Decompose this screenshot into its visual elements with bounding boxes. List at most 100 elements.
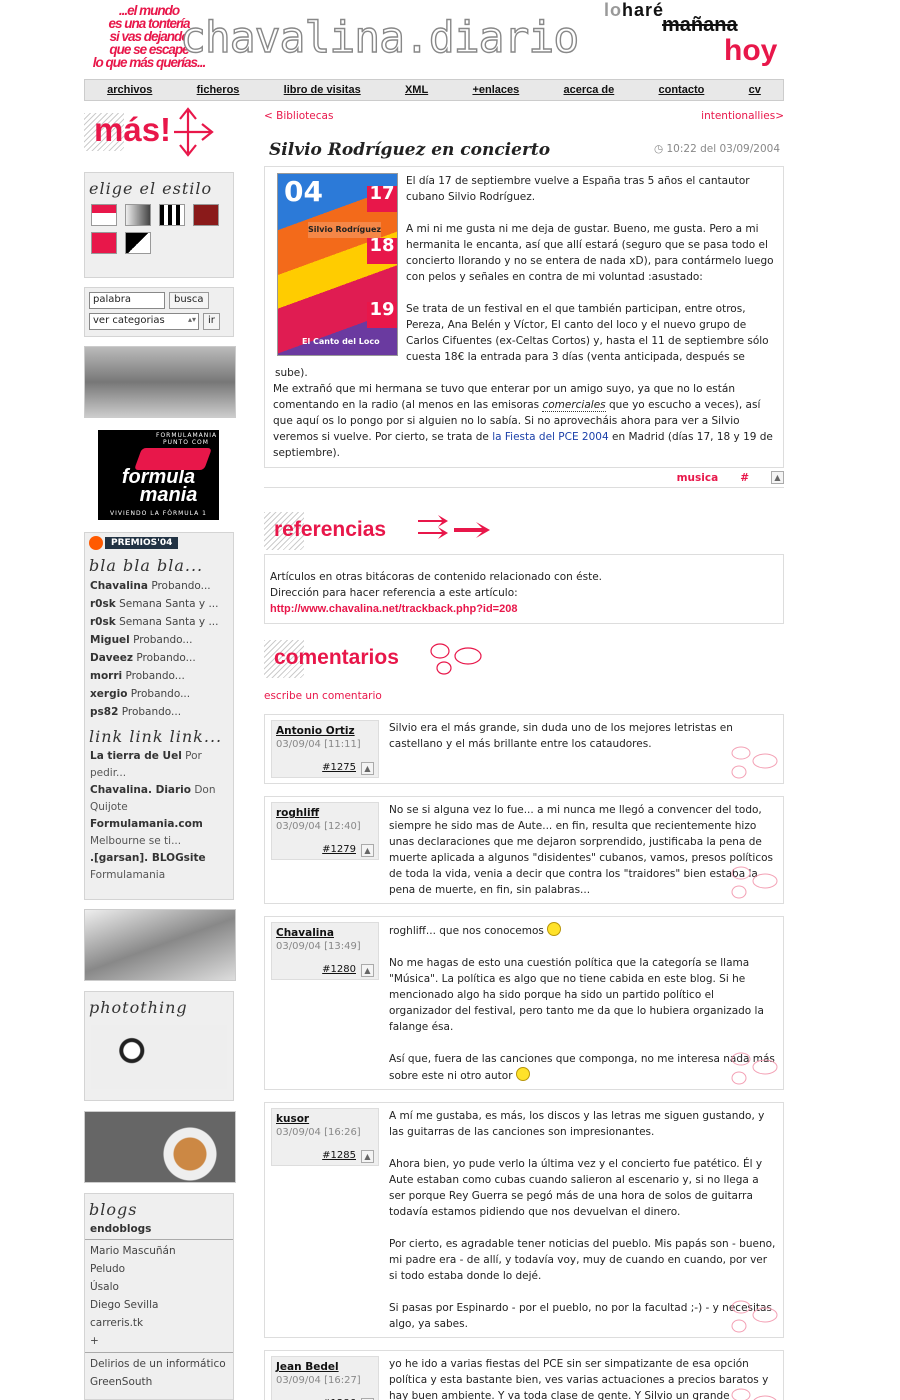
nav-enlaces[interactable]: +enlaces <box>472 84 519 96</box>
photothing-box: photothing <box>84 991 234 1101</box>
speech-bubbles-icon <box>731 1388 777 1400</box>
comment-paragraph: Silvio era el más grande, sin duda uno d… <box>389 722 733 750</box>
style-swatch-2[interactable] <box>125 204 151 226</box>
comment-paragraph: Así que, fuera de las canciones que comp… <box>389 1053 775 1082</box>
blabla-item[interactable]: morri Probando... <box>85 667 233 685</box>
food-photo <box>84 1111 236 1183</box>
formulamania-banner-box[interactable]: FORMULAMANIA PUNTO COM formula mania VIV… <box>84 428 234 522</box>
link-item[interactable]: La tierra de Uel Por pedir... <box>85 748 233 782</box>
comment-meta: kusor 03/09/04 [16:26] #1285 ▲ <box>271 1108 379 1166</box>
speech-bubbles-icon <box>731 1052 778 1085</box>
link-item[interactable]: Chavalina. Diario Don Quijote <box>85 782 233 816</box>
comment-author[interactable]: Antonio Ortiz <box>276 724 374 738</box>
dalmatian-photo[interactable] <box>91 1025 227 1089</box>
mas-logo[interactable]: más! <box>84 105 214 160</box>
style-swatch-6[interactable] <box>125 232 151 254</box>
comment-paragraph: A mí me gustaba, es más, los discos y la… <box>389 1110 765 1138</box>
style-swatch-1[interactable] <box>91 204 117 226</box>
speech-bubbles-icon <box>731 746 778 779</box>
blog-link[interactable]: + <box>85 1332 233 1353</box>
comment-author[interactable]: Jean Bedel <box>276 1360 374 1374</box>
blog-link[interactable]: GreenSouth <box>85 1373 233 1391</box>
up-arrow-icon[interactable]: ▲ <box>361 762 374 775</box>
blabla-item[interactable]: Chavalina Probando... <box>85 577 233 595</box>
go-button[interactable]: ir <box>203 313 220 330</box>
blabla-item[interactable]: xergio Probando... <box>85 685 233 703</box>
blog-link[interactable]: Peludo <box>85 1260 233 1278</box>
write-comment-link[interactable]: escribe un comentario <box>264 690 784 702</box>
formulamania-banner[interactable]: FORMULAMANIA PUNTO COM formula mania VIV… <box>98 430 219 520</box>
post-title[interactable]: Silvio Rodríguez en concierto <box>269 140 550 160</box>
nav-libro-de-visitas[interactable]: libro de visitas <box>284 84 361 96</box>
blabla-item[interactable]: Miguel Probando... <box>85 631 233 649</box>
smiley-icon <box>515 1067 530 1081</box>
nav-contacto[interactable]: contacto <box>659 84 705 96</box>
smiley-icon <box>547 922 562 936</box>
blabla-item[interactable]: ps82 Probando... <box>85 703 233 721</box>
trackback-url[interactable]: http://www.chavalina.net/trackback.php?i… <box>270 601 778 617</box>
site-title[interactable]: chavalina.diario <box>179 15 580 60</box>
nav-xml[interactable]: XML <box>405 84 428 96</box>
blog-link[interactable]: Delirios de un informático <box>85 1355 233 1373</box>
comment-permalink[interactable]: #1280 <box>322 963 356 977</box>
festival-poster[interactable]: 04 17 18 19 Silvio Rodríguez El Canto de… <box>277 173 398 356</box>
comment-author[interactable]: roghliff <box>276 806 374 820</box>
post-body: 04 17 18 19 Silvio Rodríguez El Canto de… <box>264 166 784 468</box>
next-post-link[interactable]: intentionallies> <box>701 110 784 122</box>
clock-icon: ◷ <box>653 143 664 155</box>
comerciales-term: comerciales <box>542 399 606 412</box>
main-nav: archivos ficheros libro de visitas XML +… <box>84 79 784 101</box>
comment-text: yo he ido a varias fiestas del PCE sin s… <box>389 1356 777 1400</box>
style-swatch-5[interactable] <box>91 232 117 254</box>
comment-text: No se si alguna vez lo fue... a mi nunca… <box>389 802 777 898</box>
comment-date: 03/09/04 [11:11] <box>276 739 361 750</box>
comment-date: 03/09/04 [13:49] <box>276 941 361 952</box>
comments-list: Antonio Ortiz 03/09/04 [11:11] #1275 ▲ Silvi… <box>264 714 784 1400</box>
blog-link[interactable]: Úsalo <box>85 1278 233 1296</box>
comment-permalink[interactable]: #1275 <box>322 761 356 775</box>
pce-fiesta-link[interactable]: la Fiesta del PCE 2004 <box>492 431 608 443</box>
nav-archivos[interactable]: archivos <box>107 84 152 96</box>
link-item[interactable]: Formulamania.com Melbourne se ti... <box>85 816 233 850</box>
search-input[interactable]: palabra <box>89 292 165 309</box>
style-swatch-3[interactable] <box>159 204 185 226</box>
search-box: palabra busca ver categorias ▴▾ ir <box>84 287 234 337</box>
up-arrow-icon[interactable]: ▲ <box>361 1150 374 1163</box>
category-select[interactable]: ver categorias ▴▾ <box>89 313 199 330</box>
blabla-item[interactable]: r0sk Semana Santa y ... <box>85 613 233 631</box>
nav-cv[interactable]: cv <box>749 84 761 96</box>
up-arrow-icon[interactable]: ▲ <box>361 964 374 977</box>
comment-permalink[interactable]: #1279 <box>322 843 356 857</box>
comentarios-title: comentarios <box>274 646 399 669</box>
nav-acerca-de[interactable]: acerca de <box>563 84 614 96</box>
comment-paragraph: Por cierto, es agradable tener noticias … <box>389 1238 776 1282</box>
blabla-item[interactable]: r0sk Semana Santa y ... <box>85 595 233 613</box>
link-item[interactable]: .[garsan]. BLOGsite Formulamania <box>85 850 233 884</box>
up-arrow-icon[interactable]: ▲ <box>361 844 374 857</box>
prev-post-link[interactable]: < Bibliotecas <box>264 110 333 122</box>
category-link[interactable]: musica <box>677 472 719 484</box>
style-swatch-4[interactable] <box>193 204 219 226</box>
comment-author[interactable]: kusor <box>276 1112 374 1126</box>
style-title: elige el estilo <box>89 179 213 198</box>
up-arrow-icon[interactable]: ▲ <box>771 471 784 484</box>
blog-link[interactable]: Mario Mascuñán <box>85 1242 233 1260</box>
comment-permalink[interactable]: #1285 <box>322 1149 356 1163</box>
speech-bubbles-icon <box>731 1300 778 1333</box>
lohare-text: loharé <box>604 0 665 20</box>
referencias-header: referencias <box>264 508 784 554</box>
permalink[interactable]: # <box>740 472 749 484</box>
nav-ficheros[interactable]: ficheros <box>197 84 240 96</box>
post-paragraph: Me extrañó que mi hermana se tuvo que en… <box>273 383 773 459</box>
blogs-subtitle: endoblogs <box>85 1221 233 1240</box>
blabla-item[interactable]: Daveez Probando... <box>85 649 233 667</box>
comment-author[interactable]: Chavalina <box>276 926 374 940</box>
premios-badge[interactable]: PREMIOS'04 <box>89 536 229 550</box>
main-content: < Bibliotecas intentionallies> Silvio Ro… <box>264 110 784 1400</box>
comment-meta: roghliff 03/09/04 [12:40] #1279 ▲ <box>271 802 379 860</box>
blog-link[interactable]: Diego Sevilla <box>85 1296 233 1314</box>
search-button[interactable]: busca <box>169 292 209 309</box>
blog-link[interactable]: carreris.tk <box>85 1314 233 1332</box>
link-title: link link link... <box>89 727 223 746</box>
comment-meta: Antonio Ortiz 03/09/04 [11:11] #1275 ▲ <box>271 720 379 778</box>
